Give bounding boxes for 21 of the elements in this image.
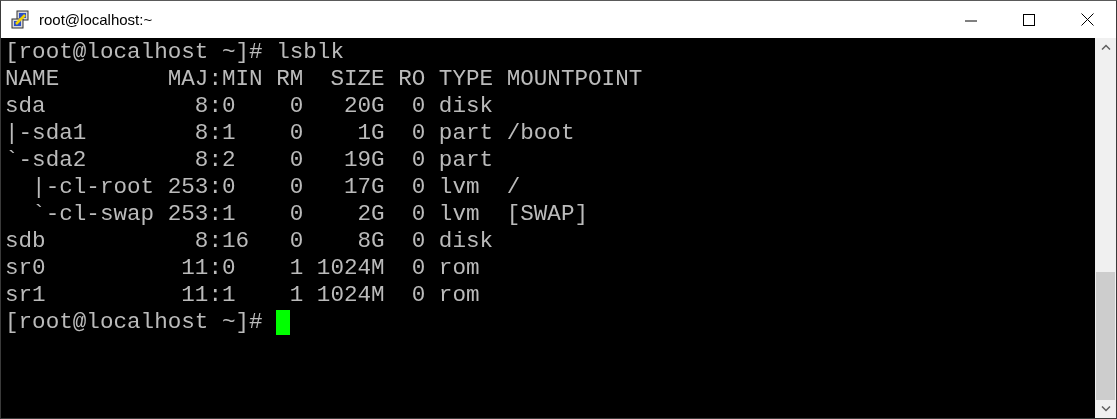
scroll-down-icon[interactable] bbox=[1100, 406, 1111, 412]
close-icon bbox=[1080, 13, 1094, 26]
window-title: root@localhost:~ bbox=[39, 11, 154, 28]
maximize-icon bbox=[1023, 13, 1035, 26]
scrollbar[interactable] bbox=[1095, 38, 1116, 418]
terminal-line: sdb 8:16 0 8G 0 disk bbox=[5, 228, 494, 255]
terminal-line: sr1 11:1 1 1024M 0 rom bbox=[5, 282, 480, 309]
terminal-line: NAME MAJ:MIN RM SIZE RO TYPE MOUNTPOINT bbox=[5, 66, 643, 93]
terminal-line: `-sda2 8:2 0 19G 0 part bbox=[5, 147, 494, 174]
scrollbar-thumb[interactable] bbox=[1096, 272, 1115, 400]
terminal-line: sr0 11:0 1 1024M 0 rom bbox=[5, 255, 480, 282]
terminal-line: `-cl-swap 253:1 0 2G 0 lvm [SWAP] bbox=[31, 201, 588, 228]
shell-prompt: [root@localhost ~]# bbox=[5, 309, 263, 336]
terminal-line: sda 8:0 0 20G 0 disk bbox=[5, 93, 494, 120]
terminal-line: [root@localhost ~]# lsblk bbox=[5, 39, 344, 66]
terminal-line: |-sda1 8:1 0 1G 0 part /boot bbox=[5, 120, 575, 147]
minimize-icon bbox=[965, 19, 977, 22]
terminal-app-icon bbox=[11, 9, 31, 30]
terminal-line: |-cl-root 253:0 0 17G 0 lvm / bbox=[31, 174, 521, 201]
scroll-up-icon[interactable] bbox=[1100, 44, 1111, 50]
text-cursor bbox=[276, 310, 291, 335]
